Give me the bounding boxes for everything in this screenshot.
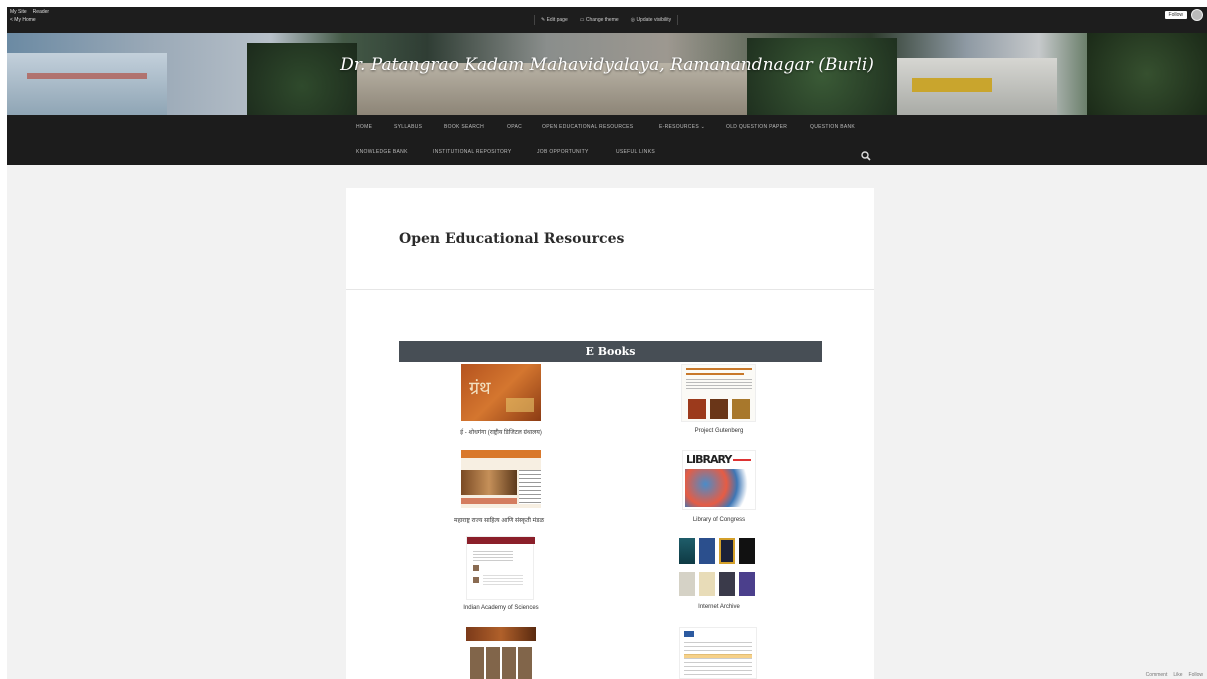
edit-page-label: Edit page — [546, 17, 568, 23]
like-link[interactable]: Like — [1173, 672, 1182, 678]
gutenberg-book-1 — [688, 399, 706, 419]
resource-thumb-maharashtra-sahitya[interactable] — [461, 450, 541, 508]
loc-illustration — [685, 469, 753, 507]
nav-item-opac[interactable]: OPAC — [507, 124, 522, 130]
update-visibility-label: Update visibility — [636, 17, 672, 23]
resource-label[interactable]: Internet Archive — [698, 604, 740, 610]
nav-item-old-question-paper[interactable]: OLD QUESTION PAPER — [726, 124, 787, 130]
nav-item-useful-links[interactable]: USEFUL LINKS — [616, 149, 655, 155]
partial-right-logo — [684, 631, 694, 637]
maharashtra-sidebar — [519, 470, 541, 504]
nav-item-institutional-repository[interactable]: INSTITUTIONAL REPOSITORY — [433, 149, 512, 155]
archive-cover-5 — [679, 572, 695, 596]
banner-trees-2 — [747, 38, 897, 115]
resource-label[interactable]: ई - शोधगंगा (राष्ट्रीय डिजिटल ग्रंथालय) — [460, 428, 542, 436]
page-title: Open Educational Resources — [399, 231, 625, 247]
nav-item-job-opportunity[interactable]: JOB OPPORTUNITY — [537, 149, 589, 155]
header-divider — [346, 289, 874, 290]
banner-trees-1 — [247, 43, 357, 115]
ias-image-1 — [473, 565, 479, 571]
banner-yellow-sign — [912, 78, 992, 92]
archive-cover-6 — [699, 572, 715, 596]
my-site-link[interactable]: My Site — [10, 9, 27, 15]
ias-lines-1 — [473, 551, 513, 561]
resource-label[interactable]: Project Gutenberg — [695, 428, 744, 434]
comment-link[interactable]: Comment — [1146, 672, 1168, 678]
my-home-link[interactable]: < My Home — [10, 17, 36, 23]
svg-text:ग्रंथ: ग्रंथ — [469, 378, 491, 399]
section-heading-ebooks: E Books — [399, 341, 822, 362]
maharashtra-footer — [461, 498, 517, 504]
edit-page-button[interactable]: ✎ Edit page — [541, 17, 568, 23]
nav-item-question-bank[interactable]: QUESTION BANK — [810, 124, 855, 130]
site-title[interactable]: Dr. Patangrao Kadam Mahavidyalaya, Raman… — [7, 55, 1207, 75]
maharashtra-photo — [461, 470, 517, 495]
admin-bar-right: Follow — [1164, 9, 1203, 21]
resource-label[interactable]: Library of Congress — [693, 517, 745, 523]
ias-lines-2 — [483, 575, 523, 585]
main-navigation: HOME SYLLABUS BOOK SEARCH OPAC OPEN EDUC… — [7, 115, 1207, 165]
avatar[interactable] — [1191, 9, 1203, 21]
ias-header — [467, 537, 535, 544]
resource-thumb-partial-left[interactable] — [466, 627, 536, 679]
reader-link[interactable]: Reader — [33, 9, 49, 15]
gutenberg-book-3 — [732, 399, 750, 419]
archive-cover-2 — [699, 538, 715, 564]
change-theme-label: Change theme — [585, 17, 619, 23]
resource-thumb-indian-academy-of-sciences[interactable] — [466, 536, 535, 600]
search-icon[interactable] — [861, 148, 871, 166]
resource-thumb-partial-right[interactable] — [679, 627, 757, 679]
nav-item-syllabus[interactable]: SYLLABUS — [394, 124, 422, 130]
loc-subtitle — [733, 459, 751, 461]
ias-image-2 — [473, 577, 479, 583]
admin-bar-left: My Site Reader < My Home — [10, 8, 49, 24]
resource-thumb-project-gutenberg[interactable] — [681, 364, 756, 422]
change-theme-button[interactable]: ▭ Change theme — [580, 17, 619, 23]
nav-item-home[interactable]: HOME — [356, 124, 372, 130]
archive-cover-8 — [739, 572, 755, 596]
nav-item-e-resources[interactable]: E-RESOURCES ⌄ — [659, 124, 705, 130]
nav-item-oer[interactable]: OPEN EDUCATIONAL RESOURCES — [542, 124, 633, 130]
header-banner: Dr. Patangrao Kadam Mahavidyalaya, Raman… — [7, 33, 1207, 115]
content-card: Open Educational Resources E Books ग्रंथ… — [346, 188, 874, 679]
gutenberg-heading-lines-2 — [686, 373, 744, 375]
gutenberg-book-2 — [710, 399, 728, 419]
follow-button[interactable]: Follow — [1164, 11, 1187, 19]
archive-cover-1 — [679, 538, 695, 564]
archive-cover-7 — [719, 572, 735, 596]
resource-label[interactable]: Indian Academy of Sciences — [463, 605, 538, 611]
partial-right-accent — [684, 654, 752, 658]
partial-left-header — [466, 627, 536, 641]
loc-logo-text: LIBRARY — [686, 453, 732, 466]
admin-bar: My Site Reader < My Home ✎ Edit page ▭ C… — [7, 7, 1207, 33]
resource-thumb-library-of-congress[interactable]: LIBRARY — [682, 450, 756, 510]
footer-actions: Comment Like Follow — [1146, 672, 1203, 678]
resource-thumb-internet-archive[interactable] — [675, 536, 763, 600]
maharashtra-banner — [461, 450, 541, 458]
nav-item-knowledge-bank[interactable]: KNOWLEDGE BANK — [356, 149, 408, 155]
update-visibility-button[interactable]: ◎ Update visibility — [631, 17, 672, 23]
archive-cover-3 — [719, 538, 735, 564]
admin-bar-actions: ✎ Edit page ▭ Change theme ◎ Update visi… — [534, 15, 679, 25]
gutenberg-text-lines — [686, 379, 752, 391]
archive-cover-4 — [739, 538, 755, 564]
follow-link[interactable]: Follow — [1189, 672, 1203, 678]
partial-left-grid — [470, 647, 532, 679]
gutenberg-heading-lines — [686, 368, 752, 370]
partial-right-lines — [684, 642, 752, 676]
resource-thumb-national-digital-library[interactable]: ग्रंथ — [461, 364, 541, 421]
resource-label[interactable]: महाराष्ट्र राज्य साहित्य आणि संस्कृती मं… — [454, 516, 544, 524]
nav-item-book-search[interactable]: BOOK SEARCH — [444, 124, 484, 130]
